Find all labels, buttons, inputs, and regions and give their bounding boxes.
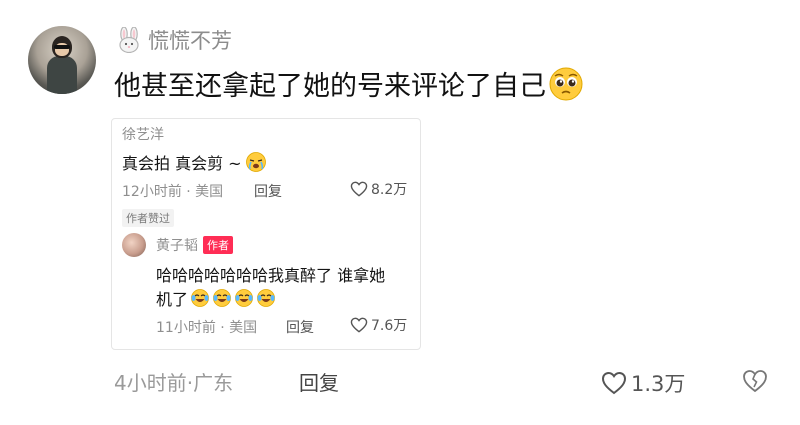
comment-text-content: 他甚至还拿起了她的号来评论了自己 <box>114 71 546 102</box>
tears-of-joy-icon <box>235 289 253 307</box>
pleading-face-icon <box>549 67 583 100</box>
commenter-name-text: 慌慌不芳 <box>148 29 232 53</box>
comment-reply-button[interactable]: 回复 <box>299 367 339 396</box>
quoted-like-button[interactable]: 8.2万 <box>350 179 407 199</box>
quoted-text-content: 真会拍 真会剪 ~ <box>122 154 242 173</box>
reply-time: 11小时前 · 美国 <box>156 320 258 336</box>
reply-username[interactable]: 黄子韬 作者 <box>156 235 233 255</box>
reply-reply-button[interactable]: 回复 <box>286 317 314 337</box>
quoted-text: 真会拍 真会剪 ~ <box>122 150 267 174</box>
commenter-avatar[interactable] <box>28 26 96 94</box>
broken-heart-icon[interactable] <box>742 369 768 393</box>
commenter-name[interactable]: 慌慌不芳 <box>116 25 232 55</box>
tears-of-joy-icon <box>257 289 275 307</box>
reply-text-line2: 机了 <box>156 286 276 310</box>
comment-text: 他甚至还拿起了她的号来评论了自己 <box>114 64 584 103</box>
quoted-reply-button[interactable]: 回复 <box>254 181 282 201</box>
heart-icon <box>350 181 368 197</box>
author-tag: 作者 <box>203 236 233 254</box>
reply-like-button[interactable]: 7.6万 <box>350 315 407 335</box>
reply-text-line2-content: 机了 <box>156 290 189 309</box>
heart-icon <box>350 317 368 333</box>
reply-username-text: 黄子韬 <box>156 238 198 254</box>
comment-like-button[interactable]: 1.3万 <box>601 368 685 398</box>
heart-icon <box>601 371 627 395</box>
author-liked-badge: 作者赞过 <box>122 209 174 227</box>
quoted-like-count: 8.2万 <box>371 182 408 198</box>
reply-like-count: 7.6万 <box>371 318 408 334</box>
tears-of-joy-icon <box>191 289 209 307</box>
comment-time-location: 4小时前·广东 <box>114 371 234 395</box>
bunny-icon <box>119 27 139 53</box>
reply-avatar[interactable] <box>122 233 146 257</box>
quoted-time: 12小时前 · 美国 <box>122 184 224 200</box>
reply-text-line1: 哈哈哈哈哈哈哈我真醉了 谁拿她 <box>156 266 386 285</box>
crying-face-icon <box>245 152 266 172</box>
quoted-comment-card[interactable]: 徐艺洋 真会拍 真会剪 ~ 12小时前 · 美国 回复 8.2万 作者赞过 黄子… <box>111 118 421 350</box>
comment-like-count: 1.3万 <box>631 372 686 396</box>
tears-of-joy-icon <box>213 289 231 307</box>
quoted-username[interactable]: 徐艺洋 <box>122 124 164 144</box>
